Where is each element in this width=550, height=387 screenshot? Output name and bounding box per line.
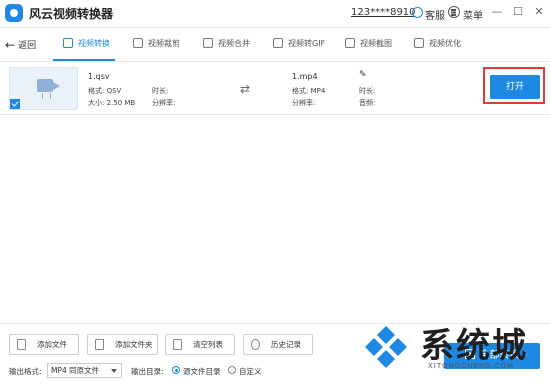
custom-dir-label[interactable]: 自定义: [239, 366, 262, 377]
source-size: 大小: 2.50 MB: [88, 99, 136, 107]
title-bar: 风云视频转换器 123****8910 客服 菜单 — ☐ ✕: [0, 0, 550, 28]
menu-icon[interactable]: [448, 6, 460, 18]
add-file-button[interactable]: 添加文件: [9, 334, 79, 355]
tab-video-convert[interactable]: 视频转换: [63, 36, 110, 52]
merge-icon: [203, 38, 213, 48]
output-format-select[interactable]: MP4 同原文件: [47, 363, 122, 378]
tab-label: 视频裁剪: [148, 39, 180, 48]
watermark-subtext: XITONGCHENG.COM: [428, 362, 515, 370]
output-format-value: MP4 同原文件: [51, 366, 100, 375]
history-button[interactable]: 历史记录: [243, 334, 313, 355]
video-convert-icon: [63, 38, 73, 48]
tab-label: 视频截图: [360, 39, 392, 48]
source-resolution: 分辨率:: [152, 99, 176, 107]
tab-video-optimize[interactable]: 视频优化: [414, 36, 461, 52]
target-duration: 时长:: [359, 87, 376, 95]
chevron-down-icon: [111, 369, 117, 373]
open-button[interactable]: 打开: [490, 75, 540, 99]
target-format: 格式: MP4: [292, 87, 326, 95]
app-logo-icon: [5, 4, 23, 22]
account-link[interactable]: 123****8910: [351, 7, 416, 18]
gif-icon: [273, 38, 283, 48]
edit-icon[interactable]: ✎: [359, 70, 367, 80]
tab-video-merge[interactable]: 视频合并: [203, 36, 250, 52]
tab-label: 视频转GIF: [288, 39, 326, 48]
source-duration: 时长:: [152, 87, 169, 95]
watermark-logo-icon: [361, 322, 411, 372]
tab-video-screenshot[interactable]: 视频截图: [345, 36, 392, 52]
maximize-button[interactable]: ☐: [511, 5, 525, 19]
close-button[interactable]: ✕: [532, 5, 546, 19]
headset-icon[interactable]: [412, 7, 423, 18]
folder-icon: [95, 339, 104, 350]
clear-list-label: 清空列表: [193, 340, 223, 349]
video-camera-icon: [37, 79, 60, 92]
clear-list-button[interactable]: 清空列表: [165, 334, 235, 355]
custom-dir-radio[interactable]: [228, 366, 236, 374]
tab-label: 视频合并: [218, 39, 250, 48]
checkbox-checked-icon[interactable]: [10, 99, 20, 109]
screenshot-icon: [345, 38, 355, 48]
convert-arrow-icon: ⇄: [240, 82, 251, 96]
source-format: 格式: QSV: [88, 87, 122, 95]
back-label: 返回: [18, 41, 37, 51]
watermark-text: 系统城: [420, 326, 528, 366]
tab-video-gif[interactable]: 视频转GIF: [273, 36, 325, 52]
video-thumbnail[interactable]: [9, 67, 78, 110]
crop-icon: [133, 38, 143, 48]
service-button[interactable]: 客服: [425, 7, 445, 22]
tool-tabs: ← 返回 视频转换 视频裁剪 视频合并 视频转GIF 视频截图 视频优化: [0, 27, 550, 62]
back-arrow-icon: ←: [5, 38, 16, 52]
history-label: 历史记录: [271, 340, 301, 349]
minimize-button[interactable]: —: [490, 5, 504, 19]
optimize-icon: [414, 38, 424, 48]
add-folder-label: 添加文件夹: [115, 340, 153, 349]
tab-label: 视频优化: [429, 39, 461, 48]
target-file-name: 1.mp4: [292, 72, 318, 81]
add-folder-button[interactable]: 添加文件夹: [87, 334, 158, 355]
back-button[interactable]: ← 返回: [5, 38, 36, 52]
source-dir-radio[interactable]: [172, 366, 180, 374]
app-title: 风云视频转换器: [29, 7, 114, 21]
active-tab-indicator: [53, 59, 115, 61]
menu-button[interactable]: 菜单: [463, 7, 483, 22]
output-format-label: 输出格式:: [9, 367, 42, 376]
add-file-label: 添加文件: [37, 340, 67, 349]
target-resolution: 分辨率:: [292, 99, 316, 107]
source-dir-label[interactable]: 源文件目录: [183, 366, 221, 377]
output-dir-label: 输出目录:: [131, 367, 164, 376]
source-file-name: 1.qsv: [88, 72, 110, 81]
clock-icon: [251, 339, 260, 350]
file-icon: [17, 339, 26, 350]
trash-icon: [173, 339, 182, 350]
tab-video-crop[interactable]: 视频裁剪: [133, 36, 180, 52]
file-row: [0, 62, 550, 115]
target-audio: 音频:: [359, 99, 376, 107]
tab-label: 视频转换: [78, 39, 110, 48]
